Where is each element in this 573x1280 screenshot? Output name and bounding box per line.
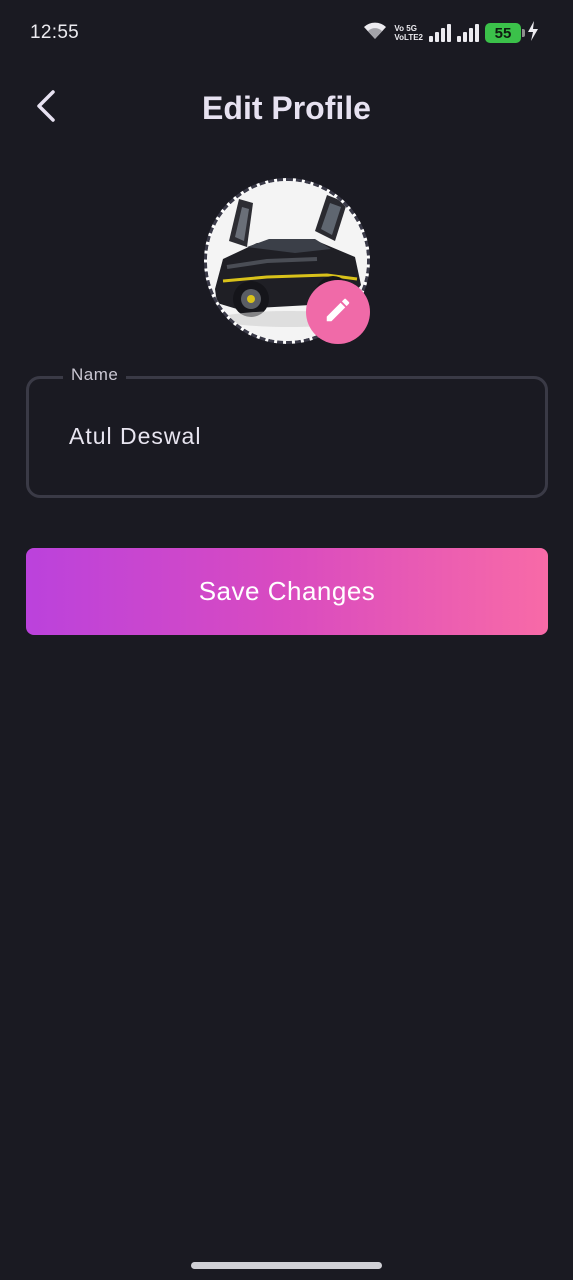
edit-profile-screen: 12:55 Vo 5G VoLTE2 55 Edit Profile Name … bbox=[0, 0, 573, 1280]
home-indicator[interactable] bbox=[191, 1262, 382, 1269]
wifi-icon bbox=[362, 21, 388, 46]
name-input[interactable] bbox=[69, 423, 509, 450]
charging-icon bbox=[527, 20, 539, 46]
battery-level: 55 bbox=[494, 24, 512, 42]
save-changes-button[interactable]: Save Changes bbox=[26, 548, 548, 635]
status-bar: 12:55 Vo 5G VoLTE2 55 bbox=[0, 0, 573, 66]
battery-icon: 55 bbox=[485, 23, 525, 43]
save-changes-label: Save Changes bbox=[198, 576, 376, 606]
chevron-left-icon bbox=[34, 89, 58, 128]
signal-icon bbox=[457, 24, 479, 42]
back-button[interactable] bbox=[26, 86, 66, 130]
page-title: Edit Profile bbox=[202, 90, 371, 126]
edit-avatar-button[interactable] bbox=[306, 280, 370, 344]
signal-icon bbox=[429, 24, 451, 42]
status-time: 12:55 bbox=[30, 22, 80, 43]
network-type: Vo 5G VoLTE2 bbox=[394, 24, 423, 42]
avatar-section bbox=[204, 178, 370, 344]
status-icons: Vo 5G VoLTE2 55 bbox=[362, 20, 539, 46]
pencil-icon bbox=[323, 295, 353, 330]
name-label: Name bbox=[63, 365, 127, 385]
name-field[interactable]: Name bbox=[26, 365, 548, 498]
